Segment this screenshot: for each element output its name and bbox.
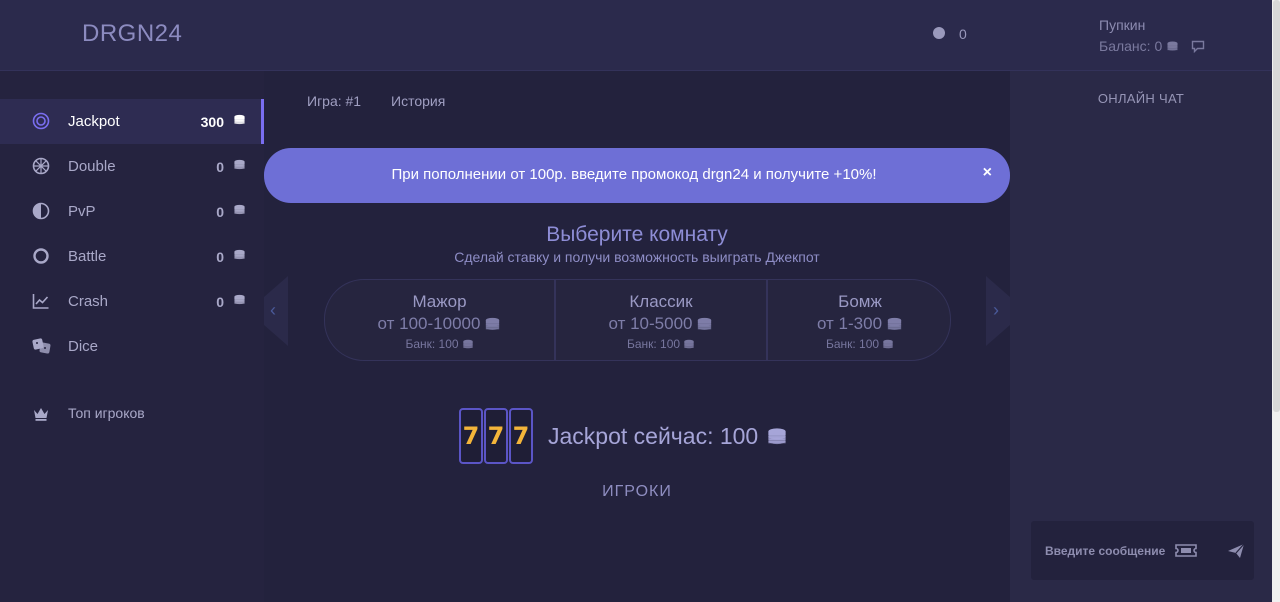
sidebar-item-count: 0 (216, 294, 224, 310)
ticket-icon[interactable] (1175, 543, 1197, 558)
slot-reel: 7 (459, 408, 483, 464)
room-bank-text: Банк: 100 (405, 337, 459, 351)
coins-icon (233, 204, 246, 216)
sidebar-item-jackpot[interactable]: Jackpot 300 (0, 99, 264, 144)
room-range-text: от 10-5000 (608, 314, 693, 333)
sidebar-item-top-players[interactable]: Топ игроков (0, 399, 264, 429)
slot-digit: 7 (512, 422, 530, 450)
sidebar-item-count: 0 (216, 249, 224, 265)
promo-text: При пополнении от 100р. введите промокод… (391, 166, 877, 183)
slot-digit: 7 (462, 422, 480, 450)
sidebar-item-label: Jackpot (68, 113, 120, 130)
sidebar-item-count: 300 (200, 114, 224, 130)
coins-icon (233, 249, 246, 261)
rooms-prev-button[interactable]: ‹ (264, 276, 288, 346)
half-circle-icon (32, 202, 50, 220)
room-range: от 10-5000 (556, 314, 766, 334)
coins-icon (484, 317, 501, 332)
chart-icon (32, 294, 49, 309)
chat-message-input[interactable]: Введите сообщение (1031, 521, 1254, 580)
slot-machine-icon: 7 7 7 (459, 408, 535, 466)
sidebar-item-pvp[interactable]: PvP 0 (0, 189, 264, 234)
ring-icon (33, 248, 49, 264)
room-name: Классик (629, 292, 693, 311)
send-icon[interactable] (1227, 543, 1245, 559)
room-title: Выберите комнату (546, 223, 728, 246)
room-range-text: от 100-10000 (377, 314, 481, 333)
room-bank: Банк: 100 (556, 337, 766, 351)
balance-label: Баланс: 0 (1099, 38, 1163, 54)
sidebar-item-label: Dice (68, 338, 99, 355)
message-icon[interactable] (1191, 40, 1205, 53)
slot-reel: 7 (484, 408, 508, 464)
room-bank-text: Банк: 100 (825, 337, 880, 351)
chat-title: ОНЛАЙН ЧАТ (1097, 91, 1185, 106)
wheel-icon (32, 157, 50, 175)
chevron-left-icon: ‹ (270, 300, 276, 320)
sidebar-item-label: PvP (68, 203, 96, 220)
slot-reel: 7 (509, 408, 533, 464)
coins-icon (1166, 41, 1179, 52)
room-bank: Банк: 100 (325, 337, 554, 351)
dice-icon (32, 338, 51, 354)
crown-icon (34, 408, 48, 421)
coins-icon (233, 294, 246, 306)
coins-icon (683, 339, 695, 350)
sidebar-item-dice[interactable]: Dice (0, 324, 264, 369)
main-content: Игра: #1 История При пополнении от 100р.… (264, 71, 1010, 602)
room-subtitle: Сделай ставку и получи возможность выигр… (454, 249, 820, 265)
sidebar-item-label: Double (68, 158, 116, 175)
target-icon (32, 112, 50, 130)
user-name[interactable]: Пупкин (1099, 17, 1145, 33)
sidebar-item-crash[interactable]: Crash 0 (0, 279, 264, 324)
jackpot-text: Jackpot сейчас: 100 (548, 423, 759, 449)
coins-icon (233, 114, 246, 126)
room-bank-text: Банк: 100 (626, 337, 681, 351)
room-selector: Мажор от 100-10000 Банк: 100 Классик от … (324, 279, 951, 361)
room-classic[interactable]: Классик от 10-5000 Банк: 100 (554, 280, 766, 360)
online-count: 0 (959, 26, 967, 42)
site-logo[interactable]: DRGN24 (82, 20, 182, 48)
sidebar-item-label: Battle (68, 248, 107, 265)
coins-icon (233, 159, 246, 171)
slot-digit: 7 (487, 422, 505, 450)
room-bomzh[interactable]: Бомж от 1-300 Банк: 100 (766, 280, 951, 360)
close-icon[interactable]: × (983, 164, 992, 182)
chevron-right-icon: › (993, 300, 999, 320)
coins-icon (766, 427, 788, 447)
online-indicator-icon (933, 27, 945, 39)
user-balance: Баланс: 0 (1099, 38, 1205, 54)
sidebar-item-label: Топ игроков (68, 405, 145, 421)
room-major[interactable]: Мажор от 100-10000 Банк: 100 (325, 280, 554, 360)
room-name: Бомж (838, 292, 882, 311)
tab-history[interactable]: История (391, 93, 445, 109)
coins-icon (696, 317, 713, 332)
room-range: от 1-300 (768, 314, 951, 334)
chat-panel: ОНЛАЙН ЧАТ Введите сообщение (1010, 71, 1272, 602)
coins-icon (886, 317, 903, 332)
sidebar-item-battle[interactable]: Battle 0 (0, 234, 264, 279)
sidebar-item-count: 0 (216, 159, 224, 175)
room-bank: Банк: 100 (768, 337, 951, 351)
jackpot-amount: Jackpot сейчас: 100 (548, 423, 788, 450)
sidebar: Jackpot 300 Double 0 PvP 0 Battle 0 Cras… (0, 71, 264, 602)
sidebar-item-double[interactable]: Double 0 (0, 144, 264, 189)
room-name: Мажор (412, 292, 467, 311)
promo-banner: При пополнении от 100р. введите промокод… (264, 148, 1010, 203)
page-scrollbar-thumb[interactable] (1273, 0, 1280, 412)
top-header: DRGN24 0 Пупкин Баланс: 0 (0, 0, 1280, 71)
tab-game[interactable]: Игра: #1 (307, 93, 361, 109)
rooms-next-button[interactable]: › (986, 276, 1010, 346)
coins-icon (462, 339, 474, 350)
players-title: ИГРОКИ (602, 483, 672, 500)
sidebar-item-count: 0 (216, 204, 224, 220)
coins-icon (882, 339, 894, 350)
room-range-text: от 1-300 (816, 314, 883, 333)
chat-placeholder: Введите сообщение (1045, 544, 1166, 558)
room-range: от 100-10000 (325, 314, 554, 334)
sidebar-item-label: Crash (68, 293, 109, 310)
